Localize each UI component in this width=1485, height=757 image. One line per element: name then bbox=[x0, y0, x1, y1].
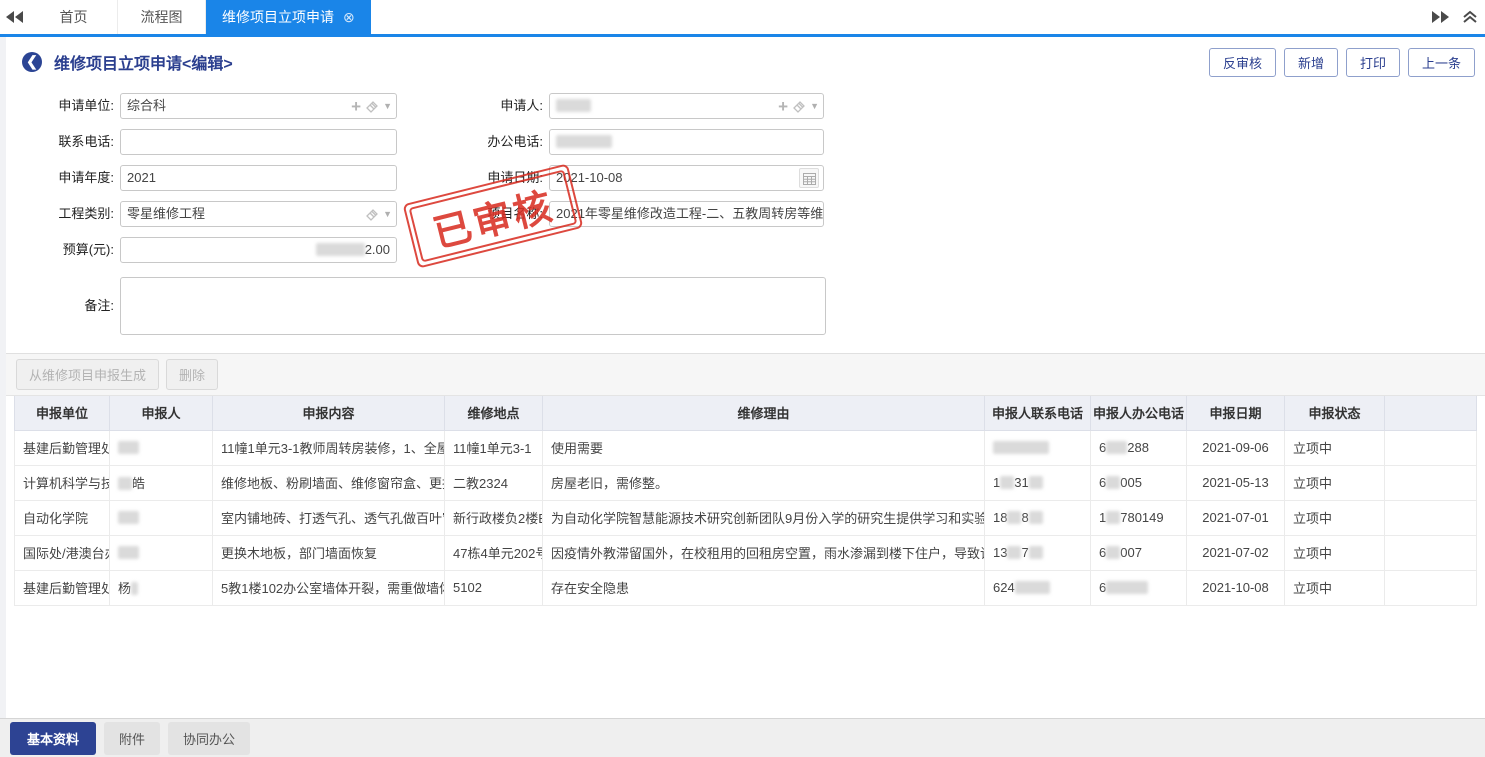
print-button[interactable]: 打印 bbox=[1346, 48, 1400, 77]
clear-brush-icon[interactable] bbox=[365, 99, 379, 113]
table-row[interactable]: 基建后勤管理处 11幢1单元3-1教师周转房装修，1、全屋刷11幢1单元3-1 … bbox=[15, 430, 1477, 465]
project-name-input[interactable]: 2021年零星维修改造工程-二、五教周转房等维修改 bbox=[549, 201, 824, 227]
apply-date-label: 申请日期: bbox=[397, 165, 549, 191]
col-declare-unit: 申报单位 bbox=[15, 396, 110, 430]
project-type-label: 工程类别: bbox=[8, 201, 120, 227]
remark-label: 备注: bbox=[8, 277, 120, 335]
page-body: ❮ 维修项目立项申请<编辑> 反审核 新增 打印 上一条 申请单位: 综合科 + bbox=[0, 37, 1485, 718]
remark-textarea[interactable] bbox=[120, 277, 826, 335]
top-tab-bar: 首页 流程图 维修项目立项申请 ⊗ bbox=[0, 0, 1485, 37]
tab-home-label: 首页 bbox=[60, 7, 88, 27]
col-repair-location: 维修地点 bbox=[445, 396, 543, 430]
tab-close-icon[interactable]: ⊗ bbox=[343, 10, 355, 24]
table-row[interactable]: 国际处/港澳台办 更换木地板，部门墙面恢复47栋4单元202号 因疫情外教滞留国… bbox=[15, 535, 1477, 570]
col-declare-date: 申报日期 bbox=[1187, 396, 1285, 430]
generate-from-declaration-button[interactable]: 从维修项目申报生成 bbox=[16, 359, 159, 390]
apply-year-input[interactable]: 2021 bbox=[120, 165, 397, 191]
unaudit-button[interactable]: 反审核 bbox=[1209, 48, 1276, 77]
table-row[interactable]: 基建后勤管理处杨 5教1楼102办公室墙体开裂，需重做墙体5102 存在安全隐患… bbox=[15, 570, 1477, 605]
collapse-panel-up-icon[interactable] bbox=[1455, 0, 1485, 34]
tab-attachments[interactable]: 附件 bbox=[104, 722, 160, 755]
tab-flowchart[interactable]: 流程图 bbox=[118, 0, 206, 34]
tabbar-spacer bbox=[371, 0, 1425, 34]
tab-collaboration[interactable]: 协同办公 bbox=[168, 722, 250, 755]
project-type-input[interactable]: 零星维修工程 ▼ bbox=[120, 201, 397, 227]
clear-brush-icon[interactable] bbox=[365, 207, 379, 221]
office-phone-label: 办公电话: bbox=[397, 129, 549, 155]
project-name-label: 项目名称: bbox=[397, 201, 549, 227]
table-row[interactable]: 计算机科学与技术皓 维修地板、粉刷墙面、维修窗帘盒、更换二教2324 房屋老旧，… bbox=[15, 465, 1477, 500]
clear-brush-icon[interactable] bbox=[792, 99, 806, 113]
application-form: 申请单位: 综合科 + ▼ 申请人: bbox=[6, 79, 1485, 335]
delete-button[interactable]: 删除 bbox=[166, 359, 218, 390]
app-window: 首页 流程图 维修项目立项申请 ⊗ ❮ 维修项目立项申请<编辑> 反审核 新增 … bbox=[0, 0, 1485, 757]
add-applicant-icon[interactable]: + bbox=[778, 98, 788, 115]
tab-flowchart-label: 流程图 bbox=[141, 7, 183, 27]
col-declarant-phone: 申报人联系电话 bbox=[985, 396, 1091, 430]
applicant-input[interactable]: + ▼ bbox=[549, 93, 824, 119]
contact-phone-label: 联系电话: bbox=[8, 129, 120, 155]
office-phone-input[interactable] bbox=[549, 129, 824, 155]
col-declarant: 申报人 bbox=[110, 396, 213, 430]
col-repair-reason: 维修理由 bbox=[543, 396, 985, 430]
page-header: ❮ 维修项目立项申请<编辑> 反审核 新增 打印 上一条 bbox=[6, 45, 1485, 79]
budget-label: 预算(元): bbox=[8, 237, 120, 263]
add-button[interactable]: 新增 bbox=[1284, 48, 1338, 77]
col-declarant-office-phone: 申报人办公电话 bbox=[1091, 396, 1187, 430]
declaration-table: 申报单位 申报人 申报内容 维修地点 维修理由 申报人联系电话 申报人办公电话 … bbox=[14, 396, 1477, 606]
apply-date-input[interactable]: 2021-10-08 bbox=[549, 165, 824, 191]
table-header-row: 申报单位 申报人 申报内容 维修地点 维修理由 申报人联系电话 申报人办公电话 … bbox=[15, 396, 1477, 430]
tab-repair-project-application[interactable]: 维修项目立项申请 ⊗ bbox=[206, 0, 371, 34]
previous-record-button[interactable]: 上一条 bbox=[1408, 48, 1475, 77]
col-declare-content: 申报内容 bbox=[213, 396, 445, 430]
table-row[interactable]: 自动化学院 室内铺地砖、打透气孔、透气孔做百叶窗、新行政楼负2楼B2 为自动化学… bbox=[15, 500, 1477, 535]
chevron-down-icon[interactable]: ▼ bbox=[383, 94, 392, 118]
chevron-down-icon[interactable]: ▼ bbox=[810, 94, 819, 118]
calendar-icon[interactable] bbox=[799, 168, 819, 188]
scroll-tabs-right-icon[interactable] bbox=[1425, 0, 1455, 34]
declaration-detail-section: 从维修项目申报生成 删除 申报单位 申报人 申报内容 维 bbox=[6, 353, 1485, 606]
budget-input[interactable]: 2.00 bbox=[120, 237, 397, 263]
header-actions: 反审核 新增 打印 上一条 bbox=[1209, 48, 1475, 77]
tab-home[interactable]: 首页 bbox=[30, 0, 118, 34]
tab-repair-project-application-label: 维修项目立项申请 bbox=[222, 7, 334, 27]
chevron-down-icon[interactable]: ▼ bbox=[383, 202, 392, 226]
back-button[interactable]: ❮ bbox=[22, 52, 42, 72]
page-title: 维修项目立项申请<编辑> bbox=[54, 50, 233, 74]
contact-phone-input[interactable] bbox=[120, 129, 397, 155]
bottom-tab-bar: 基本资料 附件 协同办公 bbox=[0, 718, 1485, 757]
detail-toolbar: 从维修项目申报生成 删除 bbox=[6, 354, 1485, 396]
tab-basic-info[interactable]: 基本资料 bbox=[10, 722, 96, 755]
apply-unit-input[interactable]: 综合科 + ▼ bbox=[120, 93, 397, 119]
add-unit-icon[interactable]: + bbox=[351, 98, 361, 115]
col-filler bbox=[1385, 396, 1477, 430]
scroll-tabs-left-icon[interactable] bbox=[0, 0, 30, 34]
apply-unit-label: 申请单位: bbox=[8, 93, 120, 119]
col-declare-status: 申报状态 bbox=[1285, 396, 1385, 430]
apply-year-label: 申请年度: bbox=[8, 165, 120, 191]
applicant-label: 申请人: bbox=[397, 93, 549, 119]
